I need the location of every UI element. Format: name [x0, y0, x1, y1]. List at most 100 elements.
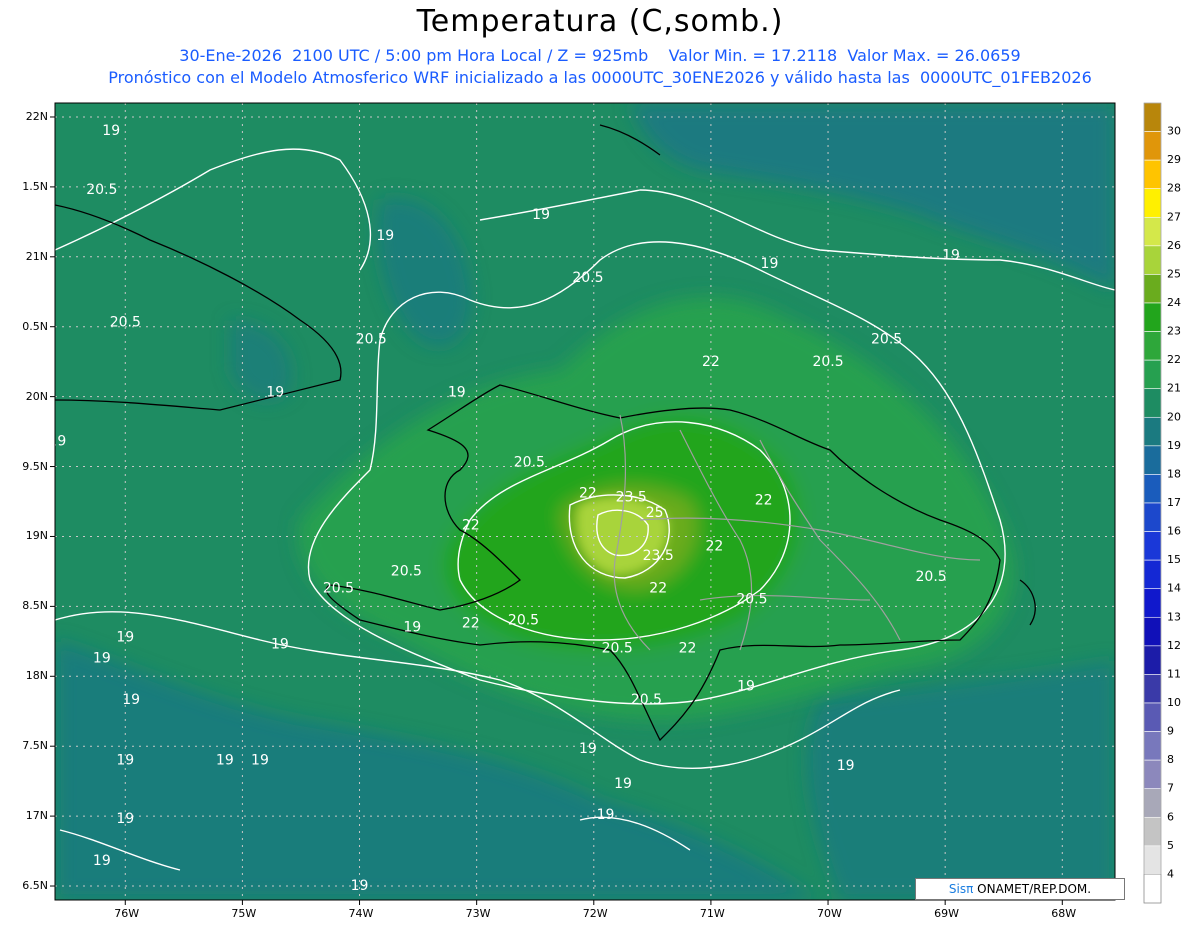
- colorbar-swatch-8: [1143, 731, 1162, 761]
- contour-label: 19: [116, 752, 134, 768]
- colorbar-swatch-19: [1143, 416, 1162, 447]
- contour-label: 22: [462, 517, 480, 533]
- contour-label: 20.5: [602, 641, 633, 657]
- colorbar-label-24: 24: [1167, 296, 1181, 309]
- lat-label-19.5N: 9.5N: [22, 459, 48, 473]
- colorbar-label-21: 21: [1167, 382, 1181, 395]
- colorbar-label-28: 28: [1167, 182, 1181, 195]
- colorbar-label-27: 27: [1167, 210, 1181, 223]
- colorbar-label-4: 4: [1167, 867, 1174, 880]
- contour-label: 19: [102, 123, 120, 139]
- lon-label-75W: 75W: [231, 907, 257, 920]
- contour-label: 19: [579, 741, 597, 757]
- colorbar-swatch-29: [1143, 131, 1162, 161]
- contour-label: 19: [737, 678, 755, 694]
- contour-label: 19: [837, 758, 855, 774]
- colorbar-swatch-18: [1143, 445, 1162, 475]
- contour-label: 22: [649, 580, 667, 596]
- colorbar-label-7: 7: [1167, 782, 1174, 795]
- contour-label: 22: [462, 615, 480, 631]
- colorbar-swatch-17: [1143, 474, 1162, 504]
- contour-label: 20.5: [514, 455, 545, 471]
- colorbar-swatch-26: [1143, 216, 1162, 247]
- colorbar-swatch-14: [1143, 559, 1162, 590]
- colorbar-label-11: 11: [1167, 667, 1181, 680]
- contour-label: 19: [403, 620, 421, 636]
- contour-label: 20.5: [356, 331, 387, 347]
- colorbar-swatch-5: [1143, 816, 1162, 847]
- contour-label: 20.5: [631, 692, 662, 708]
- contour-label: 20.5: [110, 315, 141, 331]
- colorbar-swatch-9: [1143, 702, 1162, 732]
- contour-label: 22: [702, 354, 720, 370]
- contour-label: 23.5: [643, 548, 674, 564]
- contour-label: 20.5: [323, 580, 354, 596]
- contour-label: 20.5: [391, 564, 422, 580]
- colorbar-label-25: 25: [1167, 267, 1181, 280]
- lon-label-69W: 69W: [934, 907, 960, 920]
- lat-label-16.5N: 6.5N: [22, 879, 48, 893]
- contour-label: 19: [93, 853, 111, 869]
- colorbar-swatch-24: [1143, 274, 1162, 304]
- contour-label: 19: [271, 636, 289, 652]
- colorbar-label-14: 14: [1167, 582, 1181, 595]
- colorbar: 30 29 28 27 26 25 24 23 22 21 20 19 18 17 16 15 14 13 12 11…: [1143, 102, 1181, 904]
- colorbar-swatch-min: [1143, 874, 1162, 904]
- contour-label: 19: [448, 385, 466, 401]
- colorbar-label-9: 9: [1167, 725, 1174, 738]
- colorbar-label-12: 12: [1167, 639, 1181, 652]
- credit-text: ONAMET/REP.DOM.: [973, 882, 1092, 896]
- colorbar-label-30: 30: [1167, 125, 1181, 138]
- lat-label-20N: 20N: [25, 389, 48, 403]
- contour-label: 20.5: [812, 354, 843, 370]
- colorbar-swatch-27: [1143, 188, 1162, 218]
- lat-label-21N: 21N: [25, 249, 48, 263]
- lat-label-18N: 18N: [25, 669, 48, 683]
- lat-label-17.5N: 7.5N: [22, 739, 48, 753]
- jamaica-edge: [55, 630, 56, 631]
- colorbar-swatch-22: [1143, 331, 1162, 361]
- contour-label: 19: [761, 256, 779, 272]
- contour-label: 19: [116, 629, 134, 645]
- lat-label-19N: 19N: [25, 529, 48, 543]
- colorbar-swatch-21: [1143, 359, 1162, 390]
- lon-label-71W: 71W: [699, 907, 725, 920]
- lon-label-74W: 74W: [348, 907, 374, 920]
- contour-label: 19: [597, 807, 615, 823]
- lon-label-73W: 73W: [465, 907, 491, 920]
- contour-label: 20.5: [916, 569, 947, 585]
- contour-label: 20.5: [736, 592, 767, 608]
- credit-box: Sisπ ONAMET/REP.DOM.: [915, 878, 1125, 900]
- colorbar-label-29: 29: [1167, 153, 1181, 166]
- contour-label: 22: [579, 485, 597, 501]
- lat-label-18.5N: 8.5N: [22, 599, 48, 613]
- contour-label: 19: [614, 776, 632, 792]
- colorbar-label-8: 8: [1167, 753, 1174, 766]
- lon-label-76W: 76W: [114, 907, 140, 920]
- colorbar-swatch-11: [1143, 645, 1162, 675]
- colorbar-label-15: 15: [1167, 553, 1181, 566]
- contour-label: 20.5: [572, 270, 603, 286]
- lat-label-22N: 22N: [25, 109, 48, 123]
- contour-label: 19: [93, 650, 111, 666]
- colorbar-swatch-23: [1143, 302, 1162, 332]
- contour-label: 22: [706, 538, 724, 554]
- colorbar-swatch-10: [1143, 674, 1162, 704]
- contour-label: 20.5: [508, 613, 539, 629]
- colorbar-label-23: 23: [1167, 325, 1181, 338]
- colorbar-label-20: 20: [1167, 410, 1181, 423]
- colorbar-swatch-4: [1143, 845, 1162, 875]
- colorbar-label-19: 19: [1167, 439, 1181, 452]
- contour-label: 19: [376, 228, 394, 244]
- contour-label: 20.5: [871, 331, 902, 347]
- contour-label: 19: [216, 752, 234, 768]
- colorbar-label-16: 16: [1167, 525, 1181, 538]
- colorbar-swatch-30: [1143, 102, 1162, 132]
- colorbar-swatch-12: [1143, 616, 1162, 647]
- contour-label: 22: [679, 641, 697, 657]
- lat-label-20.5N: 0.5N: [22, 319, 48, 333]
- colorbar-swatch-13: [1143, 588, 1162, 618]
- lat-label-21.5N: 1.5N: [22, 179, 48, 193]
- colorbar-label-26: 26: [1167, 239, 1181, 252]
- colorbar-label-6: 6: [1167, 810, 1174, 823]
